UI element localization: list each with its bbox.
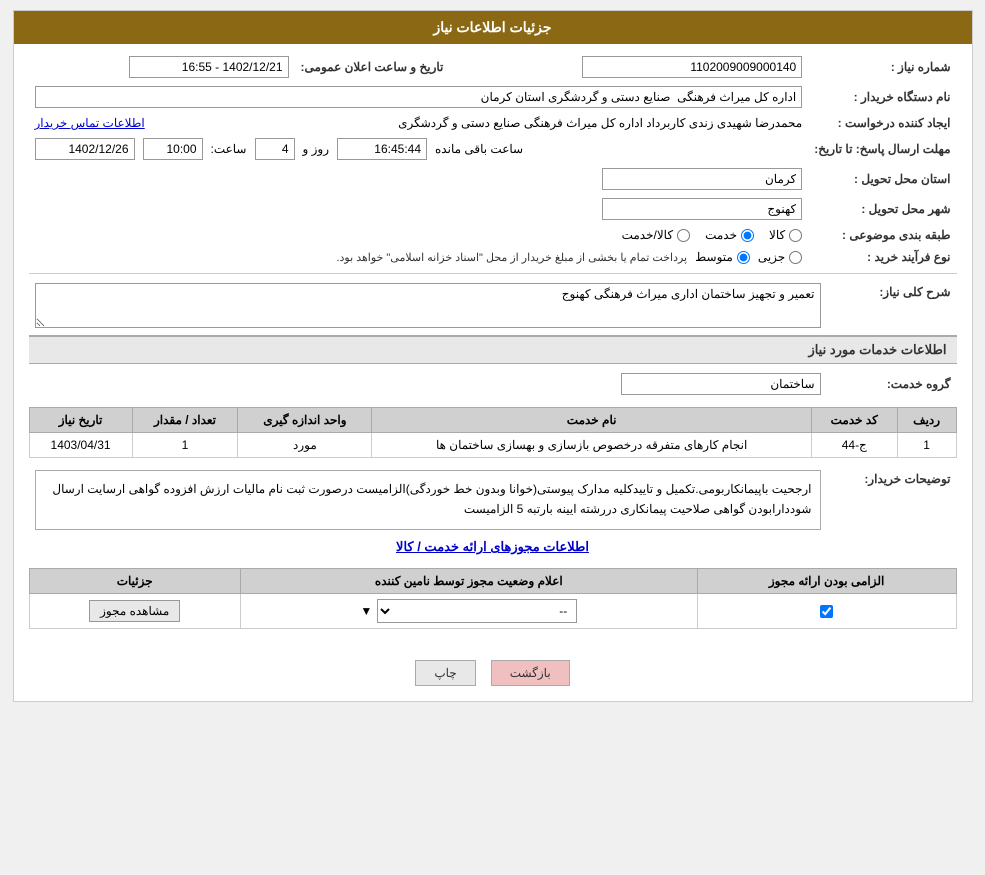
permit-required-checkbox[interactable] [820, 605, 833, 618]
category-kala-radio[interactable] [789, 229, 802, 242]
bottom-buttons: بازگشت چاپ [14, 645, 972, 701]
service-group-table: گروه خدمت: [29, 369, 957, 399]
need-number-input[interactable] [582, 56, 802, 78]
permit-details: مشاهده مجوز [29, 594, 240, 629]
response-remaining-label: ساعت باقی مانده [435, 142, 523, 156]
category-kala-khedmat-radio[interactable] [677, 229, 690, 242]
buyer-label: نام دستگاه خریدار : [808, 82, 956, 112]
cell-name: انجام کارهای متفرقه درخصوص بازسازی و بهس… [372, 433, 811, 458]
province-input[interactable] [602, 168, 802, 190]
service-group-label: گروه خدمت: [827, 369, 957, 399]
notes-label: توضیحات خریدار: [827, 466, 957, 534]
date-value [29, 52, 295, 82]
cell-date: 1403/04/31 [29, 433, 132, 458]
permit-status: -- ▼ [240, 594, 697, 629]
service-group-value [29, 369, 827, 399]
response-time-label: ساعت: [211, 142, 247, 156]
info-table: شماره نیاز : تاریخ و ساعت اعلان عمومی: ن… [29, 52, 957, 268]
need-desc-value [29, 279, 827, 335]
col-date: تاریخ نیاز [29, 408, 132, 433]
process-motavaset-radio[interactable] [737, 251, 750, 264]
cell-qty: 1 [132, 433, 238, 458]
category-khedmat-radio[interactable] [741, 229, 754, 242]
table-row: 1 ج-44 انجام کارهای متفرقه درخصوص بازساز… [29, 433, 956, 458]
notes-value: ارجحیت باپیمانکاربومی.تکمیل و تاییدکلیه … [29, 466, 827, 534]
need-desc-textarea[interactable] [35, 283, 821, 328]
response-time-input[interactable] [143, 138, 203, 160]
need-desc-label: شرح کلی نیاز: [827, 279, 957, 335]
response-date-input[interactable] [35, 138, 135, 160]
permit-col-required: الزامی بودن ارائه مجوز [697, 569, 956, 594]
contact-link[interactable]: اطلاعات تماس خریدار [35, 116, 145, 130]
page-container: جزئیات اطلاعات نیاز شماره نیاز : تاریخ و… [13, 10, 973, 702]
response-deadline-row: ساعت باقی مانده روز و ساعت: [29, 134, 809, 164]
col-name: نام خدمت [372, 408, 811, 433]
permit-required [697, 594, 956, 629]
dropdown-icon: ▼ [360, 604, 372, 618]
main-section: شماره نیاز : تاریخ و ساعت اعلان عمومی: ن… [14, 44, 972, 645]
col-row: ردیف [897, 408, 956, 433]
services-section-title: اطلاعات خدمات مورد نیاز [29, 335, 957, 364]
permit-status-select[interactable]: -- [377, 599, 577, 623]
permits-section-link[interactable]: اطلاعات مجوزهای ارائه خدمت / کالا [29, 534, 957, 560]
need-number-label: شماره نیاز : [808, 52, 956, 82]
need-number-value [449, 52, 808, 82]
response-deadline-label: مهلت ارسال پاسخ: تا تاریخ: [808, 134, 956, 164]
category-kala[interactable]: کالا [769, 228, 802, 242]
province-value [29, 164, 809, 194]
process-label: نوع فرآیند خرید : [808, 246, 956, 268]
permit-col-details: جزئیات [29, 569, 240, 594]
category-khedmat[interactable]: خدمت [705, 228, 754, 242]
print-button[interactable]: چاپ [415, 660, 475, 686]
list-item: -- ▼ مشاهده مجوز [29, 594, 956, 629]
creator-value: محمدرضا شهیدی زندی کاربرداد اداره کل میر… [153, 116, 803, 130]
process-motavaset[interactable]: متوسط [695, 250, 750, 264]
response-days-input[interactable] [255, 138, 295, 160]
date-input[interactable] [129, 56, 289, 78]
col-code: کد خدمت [811, 408, 897, 433]
process-row: جزیی متوسط پرداخت تمام یا بخشی از مبلغ خ… [29, 246, 809, 268]
creator-label: ایجاد کننده درخواست : [808, 112, 956, 134]
process-note: پرداخت تمام یا بخشی از مبلغ خریدار از مح… [336, 251, 687, 264]
col-unit: واحد اندازه گیری [238, 408, 372, 433]
category-kala-khedmat[interactable]: کالا/خدمت [622, 228, 690, 242]
need-desc-table: شرح کلی نیاز: [29, 279, 957, 335]
notes-box: ارجحیت باپیمانکاربومی.تکمیل و تاییدکلیه … [35, 470, 821, 530]
page-header: جزئیات اطلاعات نیاز [14, 11, 972, 44]
province-label: استان محل تحویل : [808, 164, 956, 194]
process-jazii-radio[interactable] [789, 251, 802, 264]
buyer-value [29, 82, 809, 112]
category-label: طبقه بندی موضوعی : [808, 224, 956, 246]
services-table: ردیف کد خدمت نام خدمت واحد اندازه گیری ت… [29, 407, 957, 458]
response-days-label: روز و [303, 142, 330, 156]
creator-row: محمدرضا شهیدی زندی کاربرداد اداره کل میر… [29, 112, 809, 134]
response-remaining-input[interactable] [337, 138, 427, 160]
date-label: تاریخ و ساعت اعلان عمومی: [295, 52, 450, 82]
service-group-input[interactable] [621, 373, 821, 395]
cell-unit: مورد [238, 433, 372, 458]
page-title: جزئیات اطلاعات نیاز [433, 19, 551, 35]
cell-code: ج-44 [811, 433, 897, 458]
city-value [29, 194, 809, 224]
city-label: شهر محل تحویل : [808, 194, 956, 224]
buyer-input[interactable] [35, 86, 803, 108]
back-button[interactable]: بازگشت [491, 660, 570, 686]
view-permit-button[interactable]: مشاهده مجوز [89, 600, 180, 622]
divider-1 [29, 273, 957, 274]
city-input[interactable] [602, 198, 802, 220]
permits-table: الزامی بودن ارائه مجوز اعلام وضعیت مجوز … [29, 568, 957, 629]
process-jazii[interactable]: جزیی [758, 250, 802, 264]
cell-row: 1 [897, 433, 956, 458]
category-row: کالا خدمت کالا/خدمت [29, 224, 809, 246]
permit-col-status: اعلام وضعیت مجوز توسط نامین کننده [240, 569, 697, 594]
notes-table: توضیحات خریدار: ارجحیت باپیمانکاربومی.تک… [29, 466, 957, 534]
col-qty: تعداد / مقدار [132, 408, 238, 433]
